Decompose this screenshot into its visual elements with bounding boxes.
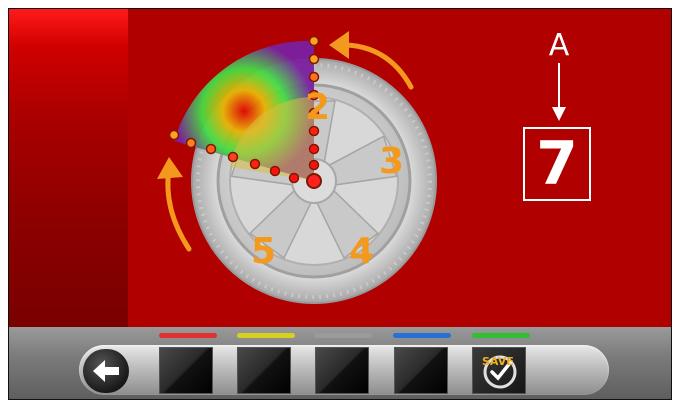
spoke-number-5: 5 (251, 231, 276, 272)
main-panel: 2 3 4 5 A 7 (9, 9, 671, 327)
display-frame: 2 3 4 5 A 7 SAVE (8, 8, 672, 400)
spoke-number-2: 2 (305, 87, 330, 128)
function-button-4[interactable] (394, 347, 448, 394)
save-label: SAVE (482, 355, 514, 368)
led-red (159, 333, 217, 338)
bottom-toolbar: SAVE (9, 327, 671, 399)
spoke-number-3: 3 (379, 141, 404, 182)
rotate-arrow-top-head (329, 31, 349, 59)
rotate-arrow-left (165, 166, 192, 252)
spoke-number-4: 4 (349, 231, 374, 272)
led-yellow (237, 333, 295, 338)
rotate-arrow-left-head (157, 157, 183, 179)
function-button-3[interactable] (315, 347, 369, 394)
back-button[interactable] (83, 349, 129, 393)
down-arrow-head (552, 107, 566, 121)
function-button-1[interactable] (159, 347, 213, 394)
arrow-left-icon (93, 360, 119, 382)
save-check-icon: SAVE (482, 355, 517, 389)
screen: 2 3 4 5 A 7 SAVE (0, 0, 679, 406)
led-gray (314, 333, 372, 338)
hub-dot (306, 173, 322, 189)
value-display: 7 (523, 127, 591, 201)
led-green (472, 333, 530, 338)
function-button-2[interactable] (237, 347, 291, 394)
label-a: A (548, 28, 570, 63)
led-blue (393, 333, 451, 338)
save-button[interactable]: SAVE (472, 347, 526, 394)
